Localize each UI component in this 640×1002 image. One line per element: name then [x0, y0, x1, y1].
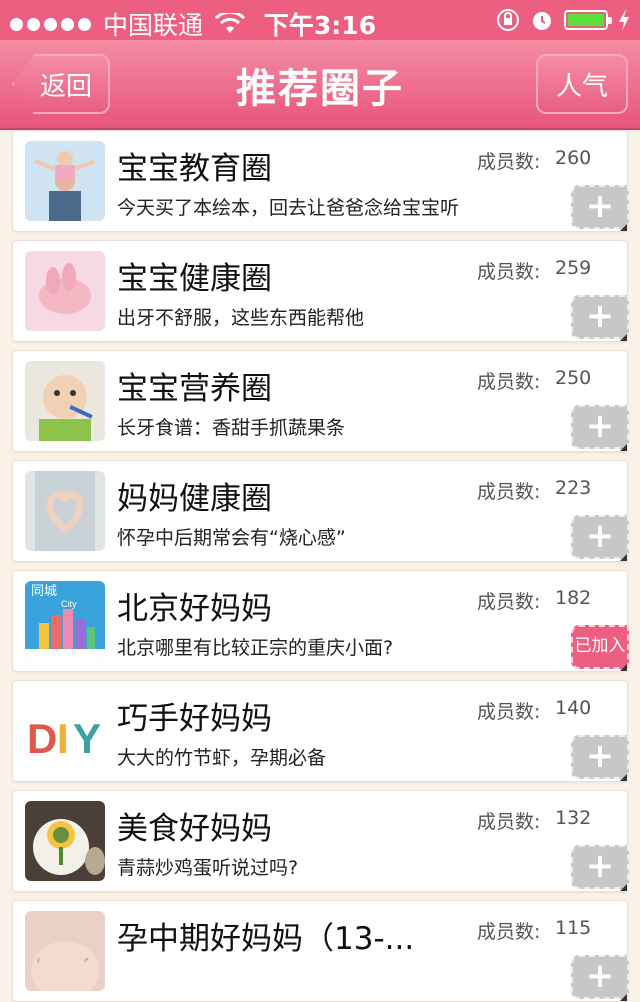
svg-text:♀: ♀ [35, 955, 42, 965]
thumb-text-2: City [61, 599, 77, 609]
circle-avatar: ♀ ♂ [25, 911, 105, 991]
circle-name: 孕中期好妈妈（13-... [117, 921, 415, 957]
card-corner-decoration [620, 334, 627, 341]
members-count: 259 [555, 257, 592, 279]
orientation-lock-icon [497, 9, 519, 31]
alarm-icon [533, 12, 551, 30]
circle-name: 巧手好妈妈 [117, 701, 272, 737]
circle-list-item[interactable]: 宝宝营养圈 成员数: 250 长牙食谱：香甜手抓蔬果条 + [12, 350, 629, 452]
navigation-bar: 返回 推荐圈子 人气 [0, 40, 640, 130]
circle-list-item[interactable]: D I Y 巧手好妈妈 成员数: 140 大大的竹节虾，孕期必备 + [12, 680, 629, 782]
circle-name: 宝宝教育圈 [117, 151, 272, 187]
card-corner-decoration [620, 224, 627, 231]
members-label: 成员数: [477, 921, 541, 943]
circle-avatar: 同城 City [25, 581, 105, 661]
latest-post-preview[interactable]: 北京哪里有比较正宗的重庆小面? [117, 633, 393, 660]
members-label: 成员数: [477, 701, 541, 723]
join-circle-button[interactable]: + [571, 735, 629, 779]
circle-name: 妈妈健康圈 [117, 481, 272, 517]
circle-avatar: DIY [25, 691, 105, 771]
svg-text:♂: ♂ [83, 955, 90, 965]
circle-list-item[interactable]: 妈妈健康圈 成员数: 223 怀孕中后期常会有“烧心感” + [12, 460, 629, 562]
join-circle-button[interactable]: + [571, 955, 629, 999]
members-count: 223 [555, 477, 592, 499]
card-corner-decoration [620, 994, 627, 1001]
latest-post-preview[interactable]: 出牙不舒服，这些东西能帮他 [117, 303, 364, 330]
members-count: 115 [555, 917, 592, 939]
svg-text:I: I [57, 715, 69, 762]
card-corner-decoration [620, 664, 627, 671]
members-label: 成员数: [477, 261, 541, 283]
joined-badge[interactable]: 已加入 [571, 625, 629, 669]
members-count: 132 [555, 807, 592, 829]
popularity-sort-button[interactable]: 人气 [536, 54, 628, 114]
latest-post-preview[interactable]: 长牙食谱：香甜手抓蔬果条 [117, 413, 345, 440]
status-bar: 中国联通 下午3:16 [0, 0, 640, 40]
latest-post-preview[interactable]: 怀孕中后期常会有“烧心感” [117, 523, 346, 550]
latest-post-preview[interactable]: 青蒜炒鸡蛋听说过吗? [117, 853, 298, 880]
members-count: 250 [555, 367, 592, 389]
circle-avatar [25, 141, 105, 221]
circle-avatar [25, 801, 105, 881]
card-corner-decoration [620, 884, 627, 891]
latest-post-preview[interactable]: 大大的竹节虾，孕期必备 [117, 743, 326, 770]
members-count: 140 [555, 697, 592, 719]
card-corner-decoration [620, 554, 627, 561]
card-corner-decoration [620, 444, 627, 451]
join-circle-button[interactable]: + [571, 845, 629, 889]
battery-icon [564, 10, 612, 30]
join-circle-button[interactable]: + [571, 295, 629, 339]
circle-list-item[interactable]: 宝宝教育圈 成员数: 260 今天买了本绘本，回去让爸爸念给宝宝听 + [12, 130, 629, 232]
circle-name: 宝宝健康圈 [117, 261, 272, 297]
svg-text:Y: Y [73, 715, 101, 762]
members-count: 260 [555, 147, 592, 169]
join-circle-button[interactable]: + [571, 515, 629, 559]
circle-list-item[interactable]: ♀ ♂ 孕中期好妈妈（13-... 成员数: 115 + [12, 900, 629, 1002]
latest-post-preview[interactable]: 今天买了本绘本，回去让爸爸念给宝宝听 [117, 193, 459, 220]
members-label: 成员数: [477, 811, 541, 833]
circle-avatar [25, 251, 105, 331]
circle-list-item[interactable]: 同城 City 北京好妈妈 成员数: 182 北京哪里有比较正宗的重庆小面? 已加入 [12, 570, 629, 672]
circle-name: 美食好妈妈 [117, 811, 272, 847]
members-label: 成员数: [477, 481, 541, 503]
circle-avatar [25, 471, 105, 551]
join-circle-button[interactable]: + [571, 405, 629, 449]
charging-icon [619, 9, 629, 31]
members-label: 成员数: [477, 371, 541, 393]
members-count: 182 [555, 587, 592, 609]
circle-name: 北京好妈妈 [117, 591, 272, 627]
circle-avatar [25, 361, 105, 441]
circle-list-item[interactable]: 宝宝健康圈 成员数: 259 出牙不舒服，这些东西能帮他 + [12, 240, 629, 342]
thumb-text: 同城 [31, 583, 57, 598]
card-corner-decoration [620, 774, 627, 781]
join-circle-button[interactable]: + [571, 185, 629, 229]
thumb-text: D [27, 715, 57, 762]
circle-list-item[interactable]: 美食好妈妈 成员数: 132 青蒜炒鸡蛋听说过吗? + [12, 790, 629, 892]
members-label: 成员数: [477, 151, 541, 173]
members-label: 成员数: [477, 591, 541, 613]
circle-name: 宝宝营养圈 [117, 371, 272, 407]
